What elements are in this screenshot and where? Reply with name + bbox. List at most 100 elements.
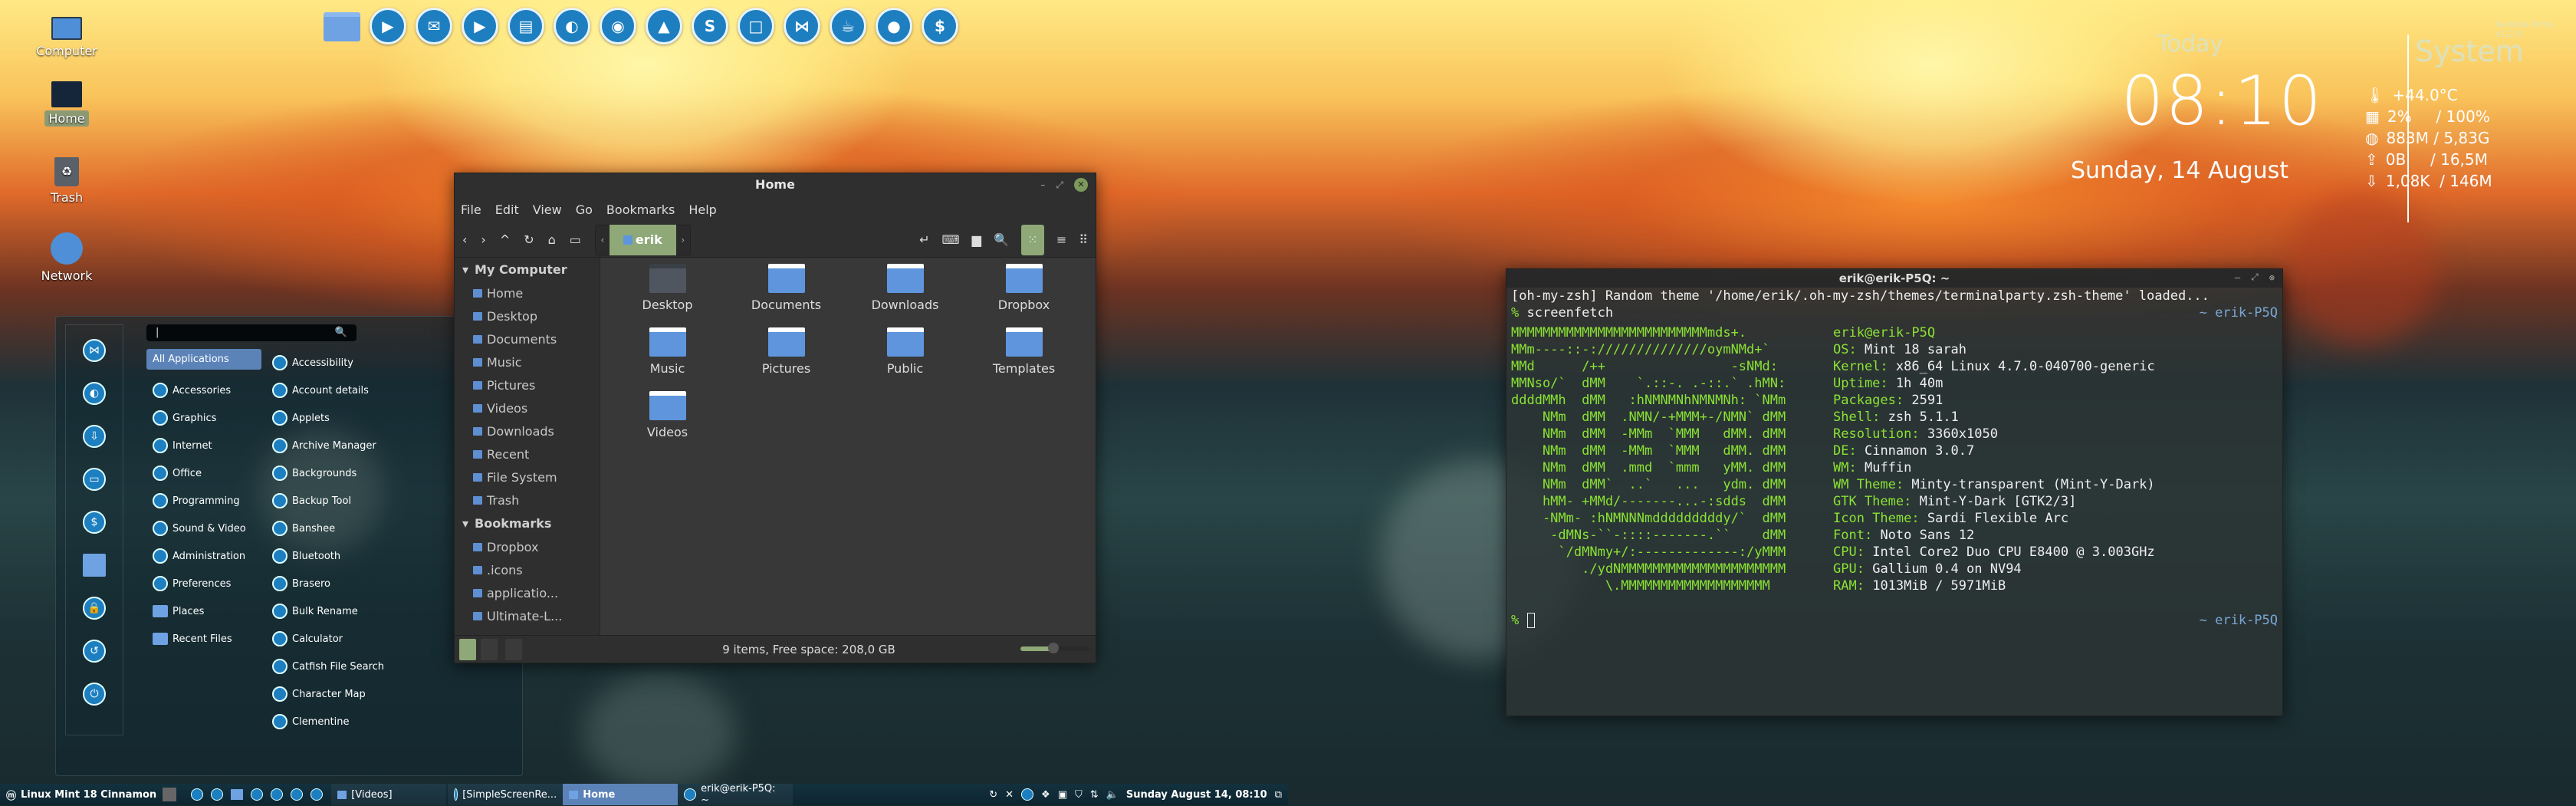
zoom-slider[interactable] (1020, 646, 1089, 651)
sidebar-bookmark[interactable]: Dropbox (455, 535, 600, 558)
category-all-applications[interactable]: All Applications (146, 349, 261, 370)
breadcrumb-right-arrow[interactable]: › (676, 235, 690, 245)
sidebar-item[interactable]: Trash (455, 489, 600, 512)
menu-app-item[interactable]: Backup Tool (272, 487, 410, 515)
menu-app-item[interactable]: Accessibility (272, 349, 410, 377)
reload-icon[interactable]: ↻ (524, 232, 534, 247)
document-viewer-icon[interactable]: ▤ (508, 8, 544, 44)
video-player-icon[interactable]: ▶ (462, 8, 498, 44)
sidebar-item[interactable]: Desktop (455, 304, 600, 327)
power-icon[interactable]: ⏻ (83, 683, 106, 706)
menu-help[interactable]: Help (688, 202, 716, 217)
menu-search-input[interactable]: |🔍 (146, 324, 356, 341)
menu-app-item[interactable]: Bulk Rename (272, 597, 410, 625)
shield-icon[interactable]: ⛉ (1075, 789, 1083, 801)
menu-app-item[interactable]: Bluetooth (272, 542, 410, 570)
x-icon[interactable]: ✕ (1005, 789, 1014, 801)
places-sidebar-button[interactable] (459, 639, 476, 660)
taskbar-clock[interactable]: Sunday August 14, 08:10 (1126, 789, 1267, 801)
taskbar-window-terminal[interactable]: erik@erik-P5Q: ~ (678, 784, 793, 805)
file-item[interactable]: Public (846, 327, 964, 376)
category-recent-files[interactable]: Recent Files (146, 625, 261, 653)
desktop-icon-trash[interactable]: ♻ Trash (21, 157, 113, 206)
screenshot-icon[interactable]: □ (738, 8, 774, 44)
network-icon[interactable]: ⇅ (1090, 789, 1099, 801)
maximize-button[interactable]: ⤢ (1056, 179, 1063, 191)
sidebar-header-bookmarks[interactable]: ▾ Bookmarks (455, 512, 600, 535)
sidebar-header-my-computer[interactable]: ▾ My Computer (455, 258, 600, 281)
category-office[interactable]: Office (146, 459, 261, 487)
taskbar-window-home[interactable]: Home (563, 784, 678, 805)
close-button[interactable]: ⊗ (2269, 272, 2275, 283)
sidebar-bookmark[interactable]: .icons (455, 558, 600, 581)
sidebar-item[interactable]: Videos (455, 396, 600, 419)
sidebar-item[interactable]: Recent (455, 442, 600, 466)
sidebar-bookmark[interactable]: Ultimate-L... (455, 604, 600, 627)
category-accessories[interactable]: Accessories (146, 377, 261, 404)
close-button[interactable]: ✕ (1074, 178, 1088, 192)
bow-tie-icon[interactable]: ⋈ (784, 8, 820, 44)
terminal-window[interactable]: erik@erik-P5Q: ~ – ⤢ ⊗ [oh-my-zsh] Rando… (1506, 268, 2283, 716)
toggle-location-icon[interactable]: ↵ (919, 232, 929, 247)
search-icon[interactable]: 🔍 (994, 232, 1009, 247)
menu-go[interactable]: Go (576, 202, 593, 217)
computer-icon[interactable]: ▭ (570, 232, 581, 247)
up-icon[interactable]: ^ (500, 232, 510, 247)
start-menu-button[interactable]: ⓜLinux Mint 18 Cinnamon (0, 784, 163, 805)
category-preferences[interactable]: Preferences (146, 570, 261, 597)
menu-app-item[interactable]: Clementine (272, 708, 410, 735)
terminal-icon[interactable] (211, 788, 223, 801)
teapot-icon[interactable]: ☕ (830, 8, 866, 44)
logout-icon[interactable]: ↺ (83, 640, 106, 663)
inkscape-icon[interactable]: ▲ (646, 8, 682, 44)
file-item[interactable]: Templates (964, 327, 1083, 376)
menu-app-item[interactable]: Banshee (272, 515, 410, 542)
screen-icon[interactable]: ▭ (83, 468, 106, 491)
video-player-icon[interactable]: ▶ (370, 8, 406, 44)
desktop-icon-home[interactable]: Home (21, 81, 113, 127)
firefox-icon[interactable]: ◐ (554, 8, 590, 44)
thunderbird-icon[interactable]: ✉ (416, 8, 452, 44)
menu-app-item[interactable]: Account details (272, 377, 410, 404)
skype-icon[interactable]: S (692, 8, 728, 44)
screenshot-icon[interactable] (310, 788, 323, 801)
file-item[interactable]: Desktop (608, 264, 727, 312)
menu-app-item[interactable]: Applets (272, 404, 410, 432)
menu-app-item[interactable]: Catfish File Search (272, 653, 410, 680)
image-viewer-icon[interactable]: ▣ (1058, 789, 1067, 801)
breadcrumb-left-arrow[interactable]: ‹ (596, 235, 610, 245)
home-icon[interactable]: ⌂ (548, 232, 556, 247)
back-icon[interactable]: ‹ (462, 232, 467, 247)
new-folder-icon[interactable]: ▆ (972, 232, 981, 247)
screen-recorder-icon[interactable]: ● (876, 8, 912, 44)
category-administration[interactable]: Administration (146, 542, 261, 570)
category-internet[interactable]: Internet (146, 432, 261, 459)
menu-view[interactable]: View (533, 202, 562, 217)
sidebar-item[interactable]: Downloads (455, 419, 600, 442)
file-item[interactable]: Videos (608, 391, 727, 439)
taskbar-window-videos[interactable]: [Videos] (331, 784, 446, 805)
screen-recorder-icon[interactable] (251, 788, 263, 801)
breadcrumb-current[interactable]: erik (610, 225, 676, 255)
sync-icon[interactable]: ↻ (989, 789, 997, 801)
menu-app-item[interactable]: Character Map (272, 680, 410, 708)
file-item[interactable]: Music (608, 327, 727, 376)
folder-icon[interactable] (83, 554, 106, 577)
minimize-button[interactable]: – (1040, 179, 1045, 190)
category-graphics[interactable]: Graphics (146, 404, 261, 432)
terminal-icon[interactable]: $ (922, 8, 958, 44)
category-sound-video[interactable]: Sound & Video (146, 515, 261, 542)
menu-app-item[interactable]: Archive Manager (272, 432, 410, 459)
sidebar-item[interactable]: Music (455, 350, 600, 373)
terminal-icon[interactable]: ⌨ (942, 232, 960, 247)
volume-icon[interactable]: 🔈 (1106, 789, 1119, 801)
forward-icon[interactable]: › (481, 232, 485, 247)
file-item[interactable]: Documents (727, 264, 846, 312)
maximize-button[interactable]: ⤢ (2251, 271, 2259, 283)
taskbar-window-screenrecorder[interactable]: [SimpleScreenRe... (448, 784, 563, 805)
hide-sidebar-button[interactable] (505, 639, 522, 660)
sidebar-bookmark[interactable]: applicatio... (455, 581, 600, 604)
download-icon[interactable]: ⇩ (83, 425, 106, 448)
eye-icon[interactable]: ◉ (600, 8, 636, 44)
files-icon[interactable] (324, 12, 360, 41)
